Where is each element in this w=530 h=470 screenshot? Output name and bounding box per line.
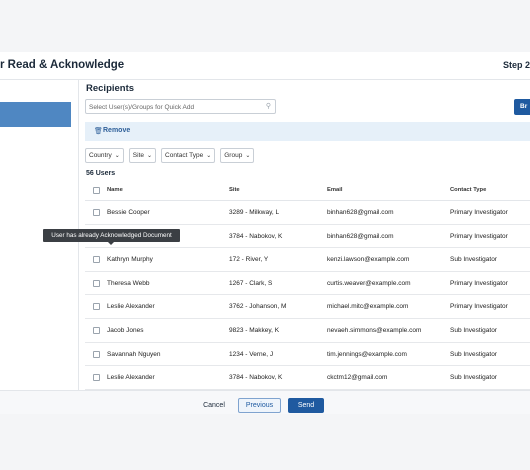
cell-name: Kathryn Murphy [107,256,153,264]
cell-contact-type: Primary Investigator [450,303,508,311]
recipients-table: Name Site Email Contact Type Bessie Coop… [85,180,530,390]
row-checkbox[interactable] [93,209,100,216]
cell-name: Leslie Alexander [107,374,155,382]
quick-add-search[interactable]: ⚲ [85,99,276,114]
group-filter[interactable]: Group ⌄ [220,148,255,163]
filter-bar: Country ⌄ Site ⌄ Contact Type ⌄ Group ⌄ [85,148,255,163]
column-header-contact-type[interactable]: Contact Type [450,187,486,193]
filter-label: Group [224,152,243,159]
table-row[interactable]: Savannah Nguyen 1234 - Verne, J tim.jenn… [85,343,530,367]
country-filter[interactable]: Country ⌄ [85,148,124,163]
row-checkbox[interactable] [93,256,100,264]
trash-icon[interactable]: 🗑 [94,127,103,135]
cell-site: 1234 - Verne, J [229,350,274,358]
row-checkbox[interactable] [93,279,100,287]
chevron-down-icon: ⌄ [206,153,212,159]
cell-site: 3762 - Johanson, M [229,303,287,311]
cell-site: 9823 - Makkey, K [229,326,280,334]
remove-toolbar: 🗑 Remove [85,122,530,141]
users-count: 56 Users [86,170,116,177]
cell-site: 3784 - Nabokov, K [229,232,283,240]
cell-email: ckctm12@gmail.com [327,374,388,382]
recipients-title: Recipients [86,83,135,94]
cell-contact-type: Sub Investigator [450,326,497,334]
select-all-checkbox[interactable] [93,187,100,194]
wizard-footer: Cancel Previous Send [0,390,530,414]
cell-site: 3289 - Milkway, L [229,209,280,216]
wizard-header: r Read & Acknowledge Step 2 [0,52,530,80]
cell-name: Savannah Nguyen [107,350,161,358]
chevron-down-icon: ⌄ [114,153,120,159]
cell-email: binhan628@gmail.com [327,232,394,240]
acknowledged-tooltip: User has already Acknowledged Document [43,229,180,245]
cell-email: kenzi.lawson@example.com [327,256,410,264]
table-row[interactable]: Leslie Alexander 3784 - Nabokov, K ckctm… [85,366,530,390]
cell-site: 1267 - Clark, S [229,279,273,287]
contact-type-filter[interactable]: Contact Type ⌄ [161,148,216,163]
browse-button[interactable]: Br [514,99,530,115]
page-title: r Read & Acknowledge [0,59,125,71]
cell-site: 172 - River, Y [229,256,269,264]
chevron-down-icon: ⌄ [245,153,251,159]
chevron-down-icon: ⌄ [147,153,153,159]
cell-name: Jacob Jones [107,326,144,334]
filter-label: Country [89,152,112,159]
column-header-name[interactable]: Name [107,187,123,193]
cell-email: binhan628@gmail.com [327,209,394,216]
cell-email: nevaeh.simmons@example.com [327,326,422,334]
site-filter[interactable]: Site ⌄ [128,148,157,163]
send-button[interactable]: Send [288,398,324,413]
cell-contact-type: Primary Investigator [450,209,508,216]
remove-button[interactable]: Remove [103,127,130,134]
cell-contact-type: Primary Investigator [450,279,508,287]
cell-name: Leslie Alexander [107,303,155,311]
cell-contact-type: Sub Investigator [450,350,497,358]
table-header: Name Site Email Contact Type [85,180,530,201]
row-checkbox[interactable] [93,374,100,382]
table-row[interactable]: Bessie Cooper 3289 - Milkway, L binhan62… [85,201,530,225]
cell-name: Theresa Webb [107,279,150,287]
cell-email: curtis.weaver@example.com [327,279,411,287]
cell-contact-type: Sub Investigator [450,374,497,382]
column-header-site[interactable]: Site [229,187,240,193]
search-icon[interactable]: ⚲ [266,102,271,110]
table-row[interactable]: Jacob Jones 9823 - Makkey, K nevaeh.simm… [85,319,530,343]
table-row[interactable]: Leslie Alexander 3762 - Johanson, M mich… [85,295,530,319]
filter-label: Contact Type [165,152,204,159]
cell-contact-type: Primary Investigator [450,232,508,240]
quick-add-search-input[interactable] [89,102,259,112]
cell-email: michael.mitc@example.com [327,303,409,311]
column-header-email[interactable]: Email [327,187,342,193]
cell-contact-type: Sub Investigator [450,256,497,264]
cell-name: Bessie Cooper [107,209,150,216]
cell-email: tim.jennings@example.com [327,350,407,358]
table-row[interactable]: Kathryn Murphy 172 - River, Y kenzi.laws… [85,248,530,272]
row-checkbox[interactable] [93,326,100,334]
step-indicator: Step 2 [502,60,530,70]
filter-label: Site [132,152,144,159]
previous-button[interactable]: Previous [238,398,281,413]
table-row[interactable]: Theresa Webb 1267 - Clark, S curtis.weav… [85,272,530,296]
cell-site: 3784 - Nabokov, K [229,374,283,382]
row-checkbox[interactable] [93,350,100,358]
row-checkbox[interactable] [93,303,100,311]
sidebar-active-step[interactable] [0,102,71,127]
cancel-button[interactable]: Cancel [196,398,232,413]
